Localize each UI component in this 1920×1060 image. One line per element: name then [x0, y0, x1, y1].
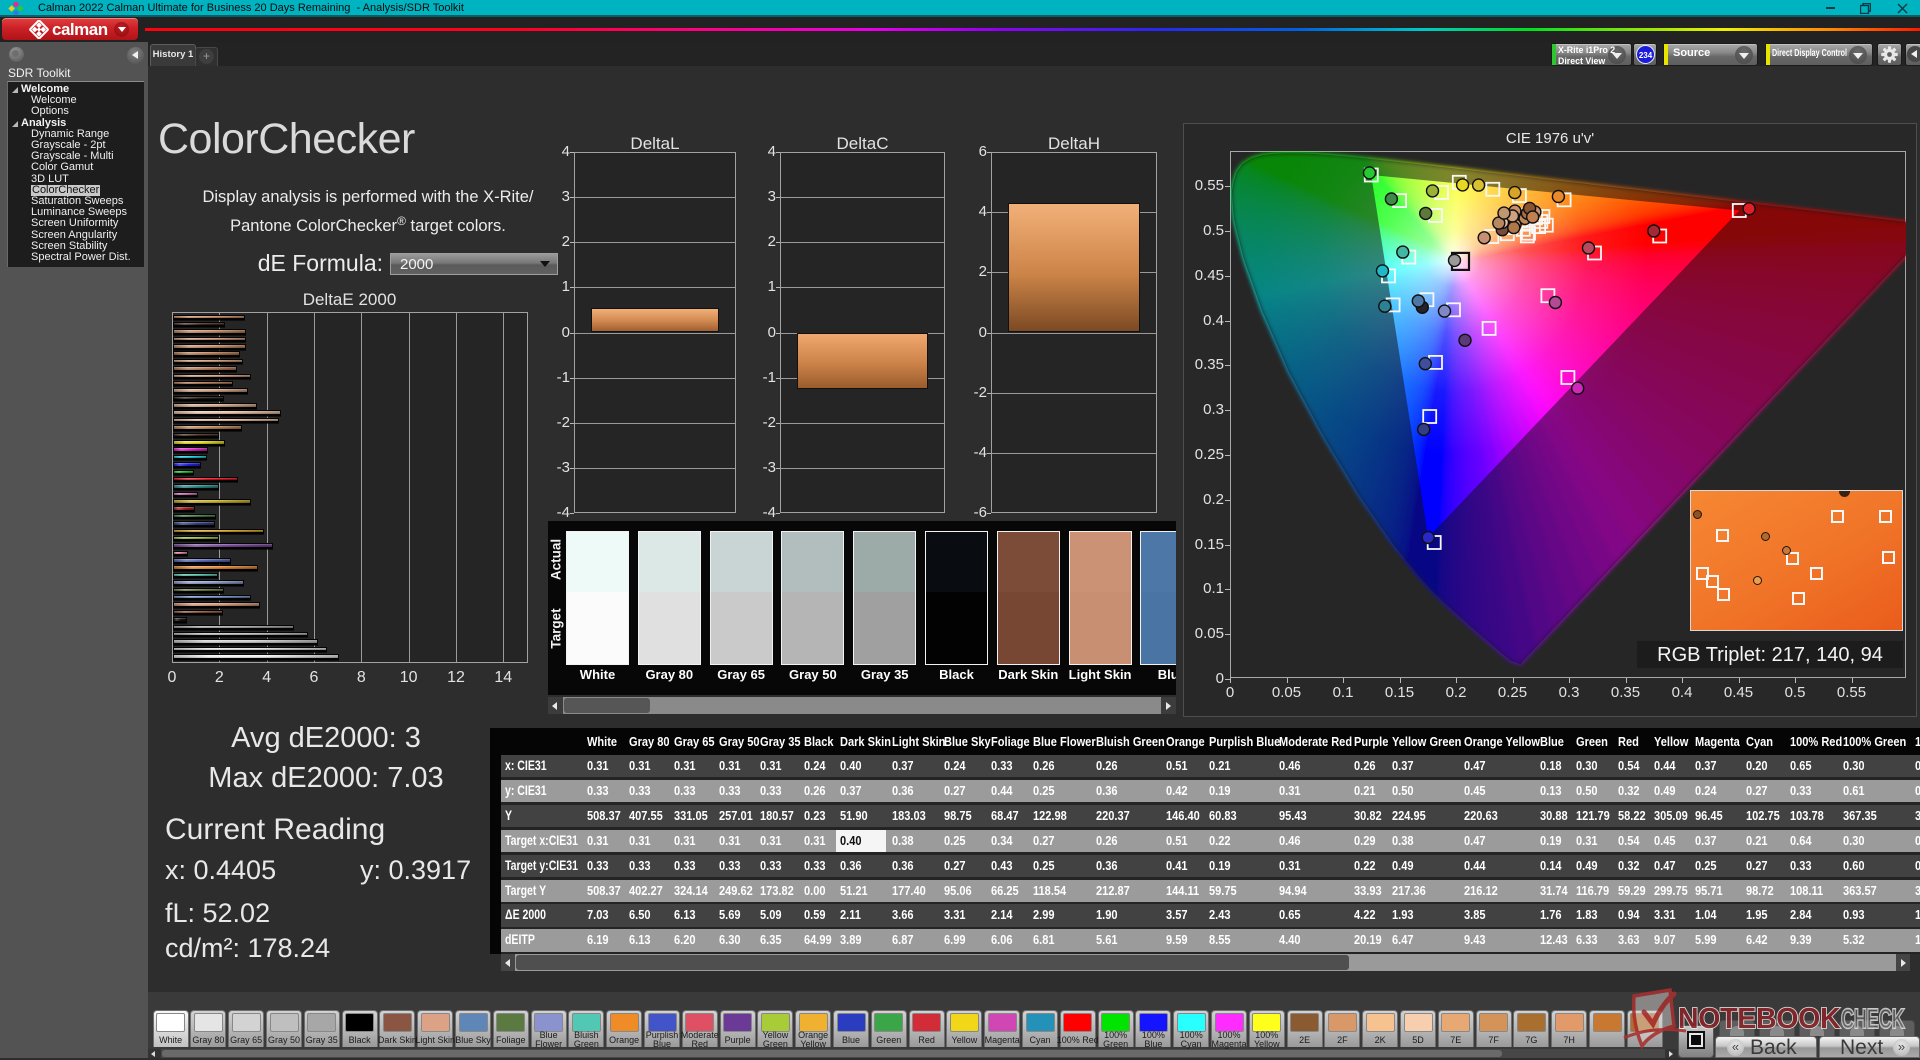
svg-text:CHECK: CHECK: [1841, 1003, 1905, 1034]
svg-text:NOTEBOOK: NOTEBOOK: [1678, 1003, 1841, 1035]
